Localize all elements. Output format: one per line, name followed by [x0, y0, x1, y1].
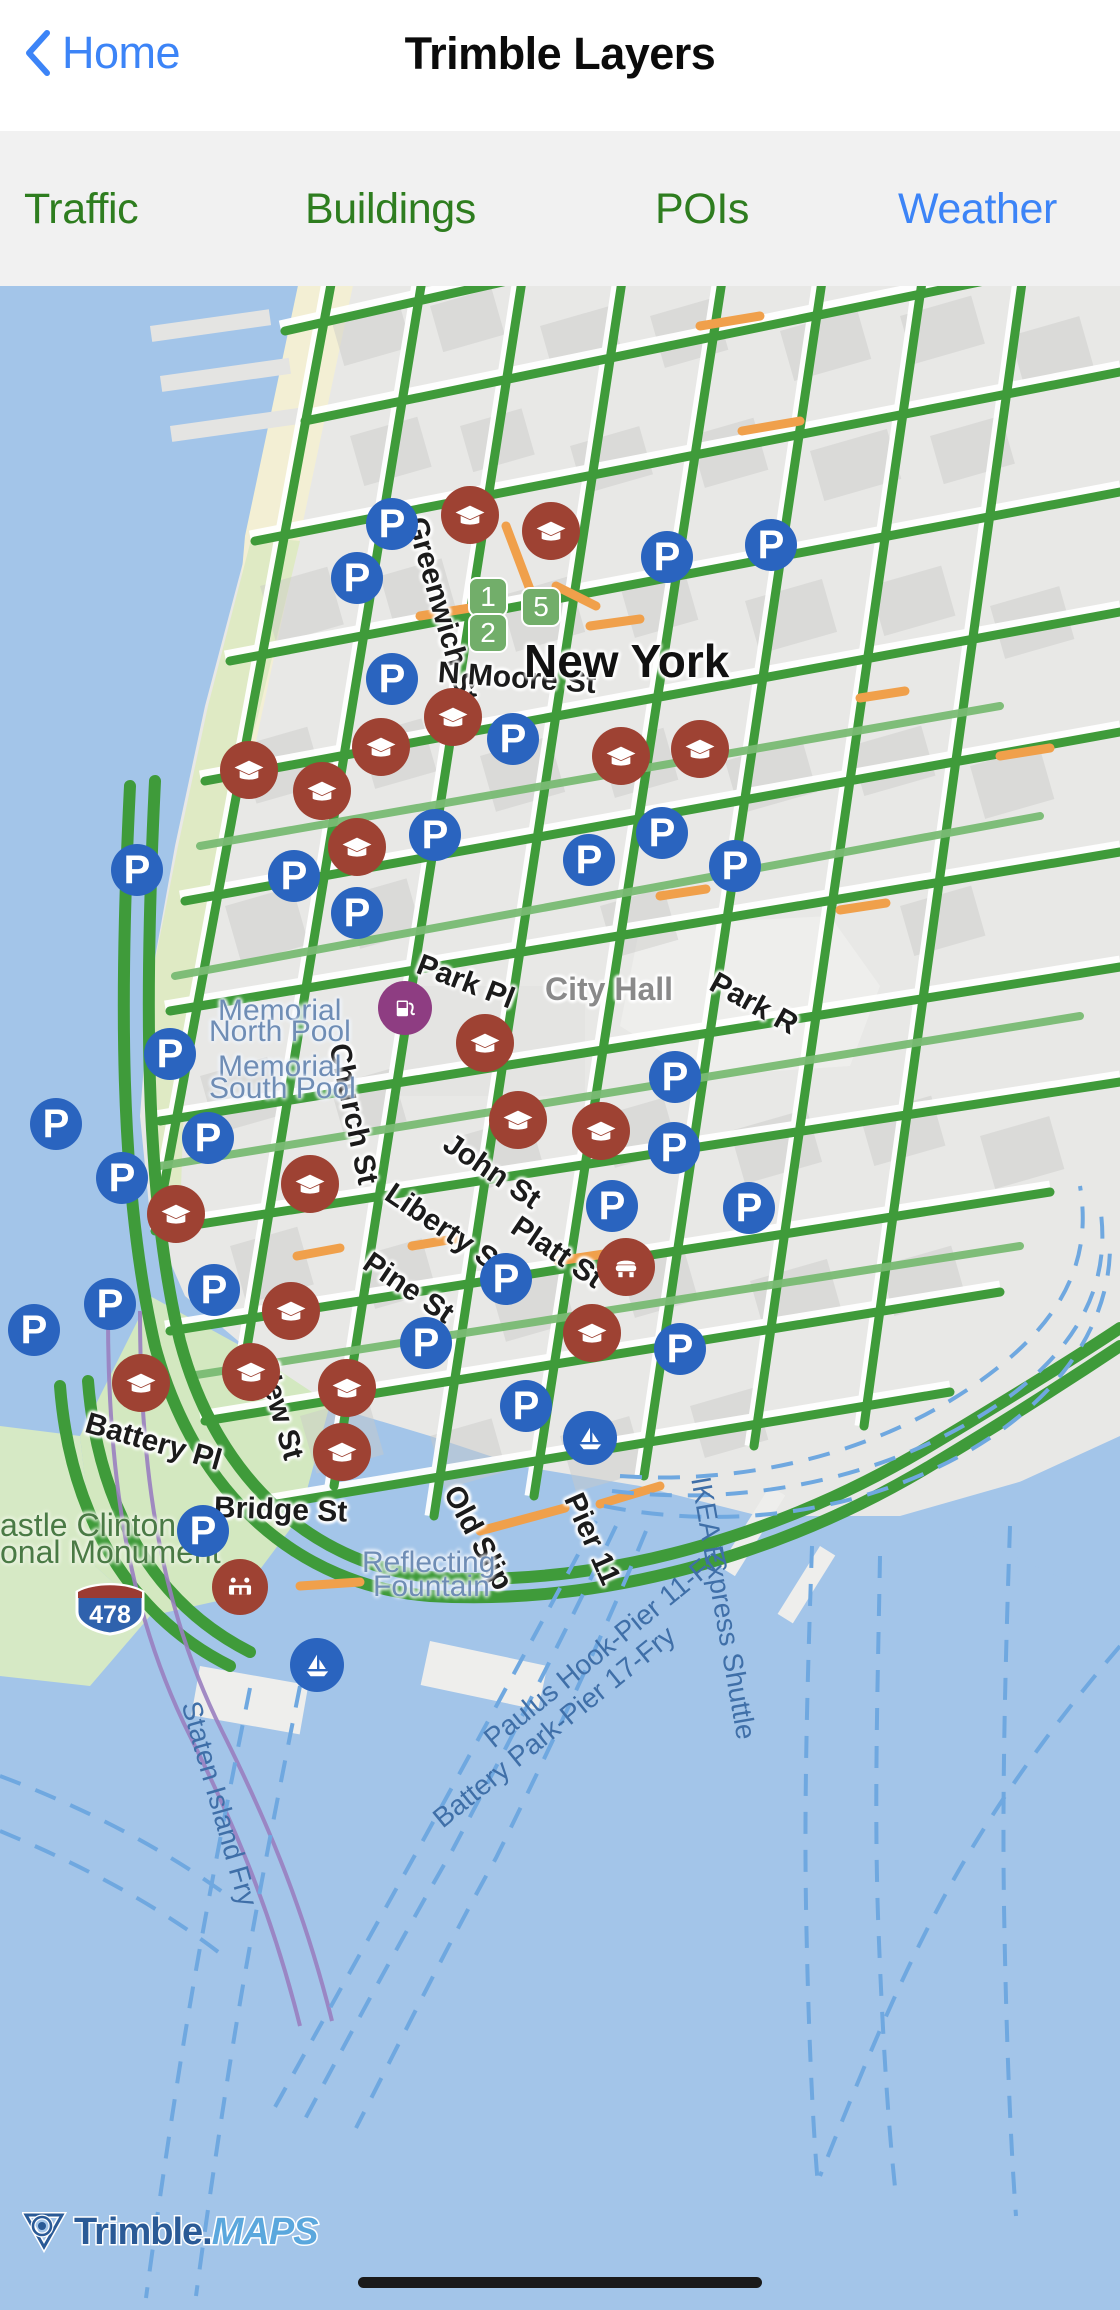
graduation-cap-icon — [577, 1323, 607, 1343]
graduation-cap-icon — [307, 781, 337, 801]
education-poi-marker[interactable] — [281, 1155, 339, 1213]
home-indicator[interactable] — [358, 2277, 762, 2288]
education-poi-marker[interactable] — [572, 1102, 630, 1160]
fuel-station-marker[interactable] — [378, 981, 432, 1035]
graduation-cap-icon — [332, 1378, 362, 1398]
tab-buildings[interactable]: Buildings — [305, 185, 476, 233]
education-poi-marker[interactable] — [522, 502, 580, 560]
bridge-tunnel-marker[interactable] — [212, 1559, 268, 1615]
education-poi-marker[interactable] — [293, 762, 351, 820]
education-poi-marker[interactable] — [328, 818, 386, 876]
navigation-bar: Home Trimble Layers — [0, 0, 1120, 131]
graduation-cap-icon — [455, 505, 485, 525]
bridge-icon — [228, 1577, 252, 1595]
sailboat-icon — [306, 1654, 329, 1677]
marina-marker[interactable] — [563, 1411, 617, 1465]
education-poi-marker[interactable] — [222, 1343, 280, 1401]
graduation-cap-icon — [503, 1110, 533, 1130]
education-poi-marker[interactable] — [262, 1282, 320, 1340]
graduation-cap-icon — [276, 1301, 306, 1321]
tab-traffic[interactable]: Traffic — [24, 185, 139, 233]
restaurant-poi-marker[interactable] — [597, 1238, 655, 1296]
marina-marker[interactable] — [290, 1638, 344, 1692]
education-poi-marker[interactable] — [441, 486, 499, 544]
education-poi-marker[interactable] — [489, 1091, 547, 1149]
sailboat-icon — [579, 1427, 602, 1450]
education-poi-marker[interactable] — [563, 1304, 621, 1362]
education-poi-marker[interactable] — [352, 718, 410, 776]
layer-tab-bar: Traffic Buildings POIs Weather — [0, 131, 1120, 286]
graduation-cap-icon — [327, 1442, 357, 1462]
education-poi-marker[interactable] — [318, 1359, 376, 1417]
education-poi-marker[interactable] — [220, 741, 278, 799]
graduation-cap-icon — [470, 1033, 500, 1053]
graduation-cap-icon — [586, 1121, 616, 1141]
graduation-cap-icon — [366, 737, 396, 757]
graduation-cap-icon — [685, 739, 715, 759]
graduation-cap-icon — [536, 521, 566, 541]
education-poi-marker[interactable] — [592, 727, 650, 785]
education-poi-marker[interactable] — [424, 688, 482, 746]
graduation-cap-icon — [438, 707, 468, 727]
map-canvas[interactable]: Greenwich St N Moore St Park Pl Church S… — [0, 286, 1120, 2310]
graduation-cap-icon — [236, 1362, 266, 1382]
education-poi-marker[interactable] — [671, 720, 729, 778]
poi-markers-layer — [0, 286, 1120, 2310]
education-poi-marker[interactable] — [456, 1014, 514, 1072]
tab-pois[interactable]: POIs — [655, 185, 749, 233]
graduation-cap-icon — [342, 837, 372, 857]
app-root: Home Trimble Layers Traffic Buildings PO… — [0, 0, 1120, 2310]
fuel-pump-icon — [396, 1000, 415, 1017]
education-poi-marker[interactable] — [147, 1185, 205, 1243]
page-title: Trimble Layers — [404, 28, 716, 79]
graduation-cap-icon — [161, 1204, 191, 1224]
education-poi-marker[interactable] — [313, 1423, 371, 1481]
graduation-cap-icon — [234, 760, 264, 780]
graduation-cap-icon — [126, 1373, 156, 1393]
education-poi-marker[interactable] — [112, 1354, 170, 1412]
graduation-cap-icon — [295, 1174, 325, 1194]
tab-weather[interactable]: Weather — [898, 185, 1057, 233]
dining-icon — [615, 1260, 637, 1278]
graduation-cap-icon — [606, 746, 636, 766]
